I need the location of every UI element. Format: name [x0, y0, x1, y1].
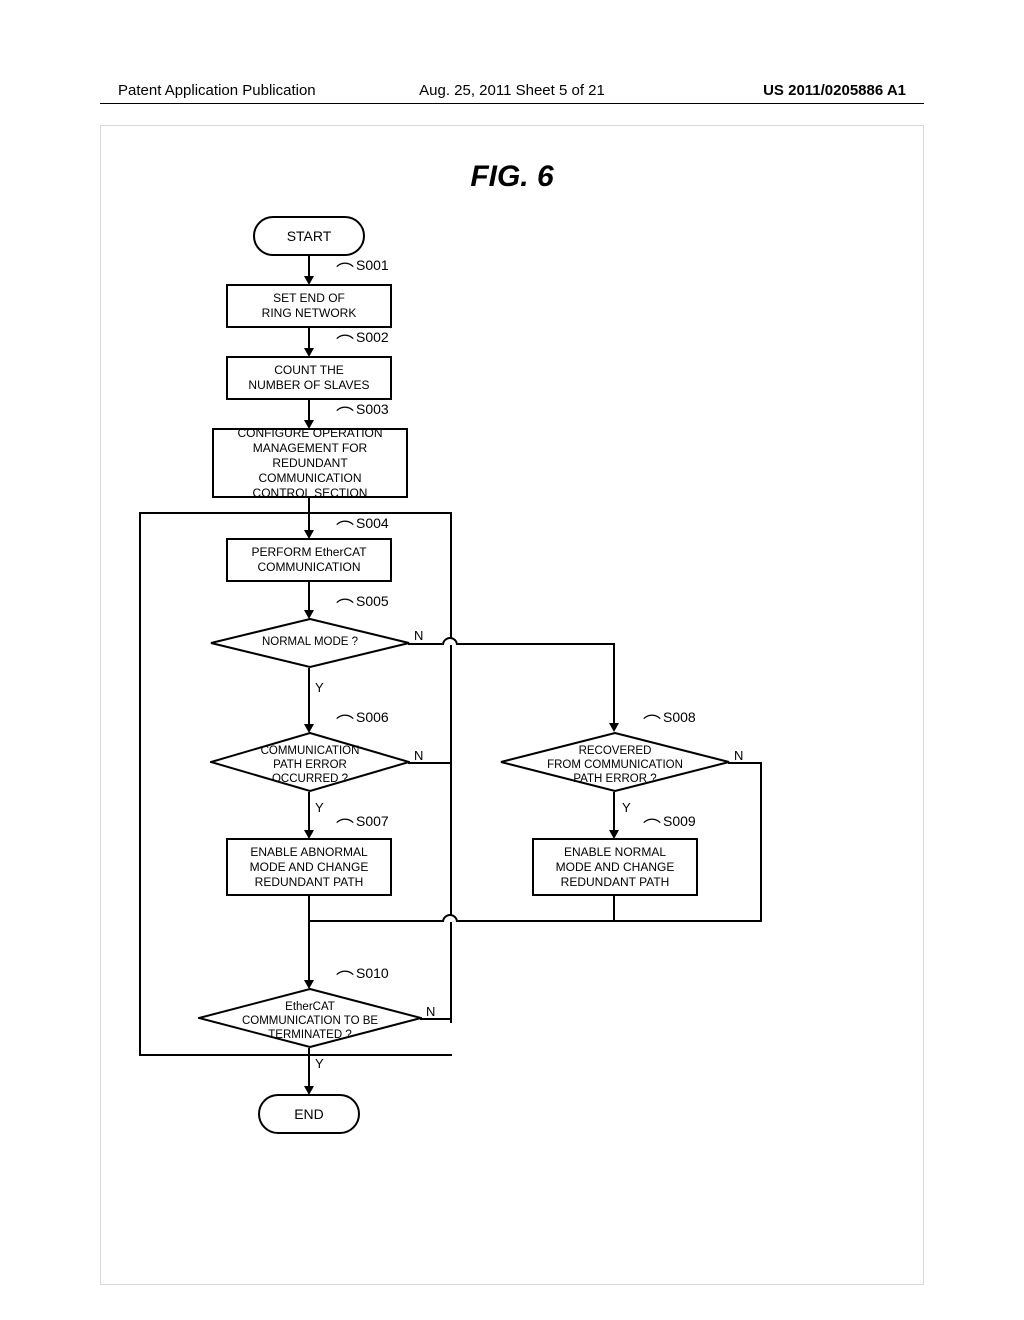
- branch-label-y: Y: [622, 800, 631, 815]
- step-label-s001: S001: [356, 257, 389, 273]
- edge-merge-s010: [308, 920, 310, 982]
- edge-s006-s007: [308, 792, 310, 832]
- step-label-s004: S004: [356, 515, 389, 531]
- edge-s004-s005: [308, 582, 310, 612]
- edge-s008n-d: [760, 762, 762, 922]
- edge-s005n-seg1: [408, 643, 442, 645]
- node-s004: PERFORM EtherCAT COMMUNICATION: [226, 538, 392, 582]
- edge-s008n-r: [728, 762, 762, 764]
- connector-tilde-icon: ⌒: [336, 258, 354, 284]
- step-label-s003: S003: [356, 401, 389, 417]
- arrowhead-icon: [609, 723, 619, 732]
- header-right: US 2011/0205886 A1: [763, 82, 906, 99]
- node-s009-label: ENABLE NORMAL MODE AND CHANGE REDUNDANT …: [556, 845, 675, 890]
- edge-s006n: [408, 762, 452, 764]
- step-label-s009: S009: [663, 813, 696, 829]
- node-s006: COMMUNICATION PATH ERROR OCCURRED ?: [210, 732, 410, 792]
- node-s003: CONFIGURE OPERATION MANAGEMENT FOR REDUN…: [212, 428, 408, 498]
- figure-title: FIG. 6: [0, 160, 1024, 194]
- branch-label-y: Y: [315, 1056, 324, 1071]
- branch-label-n: N: [414, 748, 423, 763]
- connector-tilde-icon: ⌒: [336, 594, 354, 620]
- header-rule: [100, 103, 924, 104]
- branch-label-n: N: [734, 748, 743, 763]
- step-label-s007: S007: [356, 813, 389, 829]
- connector-tilde-icon: ⌒: [336, 402, 354, 428]
- edge-right-loop: [450, 512, 452, 1023]
- edge-s005n-down: [613, 643, 615, 725]
- edge-s005-s006: [308, 668, 310, 726]
- edge-s008n-l: [614, 920, 762, 922]
- node-s003-label: CONFIGURE OPERATION MANAGEMENT FOR REDUN…: [220, 426, 400, 501]
- edge-s003-s004: [308, 498, 310, 532]
- branch-label-y: Y: [315, 800, 324, 815]
- node-s002-label: COUNT THE NUMBER OF SLAVES: [248, 363, 369, 393]
- edge-s010-end: [308, 1048, 310, 1088]
- step-label-s005: S005: [356, 593, 389, 609]
- node-s007: ENABLE ABNORMAL MODE AND CHANGE REDUNDAN…: [226, 838, 392, 896]
- edge-merge-920: [309, 920, 443, 922]
- node-s004-label: PERFORM EtherCAT COMMUNICATION: [251, 545, 366, 575]
- node-end: END: [258, 1094, 360, 1134]
- branch-label-y: Y: [315, 680, 324, 695]
- step-label-s010: S010: [356, 965, 389, 981]
- edge-s010n-right: [420, 1018, 452, 1020]
- edge-right-loop-top: [309, 512, 452, 514]
- node-s007-label: ENABLE ABNORMAL MODE AND CHANGE REDUNDAN…: [250, 845, 369, 890]
- edge-s009-left: [458, 920, 615, 922]
- connector-tilde-icon: ⌒: [336, 330, 354, 356]
- step-label-s006: S006: [356, 709, 389, 725]
- edge-s005n-seg2: [458, 643, 615, 645]
- connector-tilde-icon: ⌒: [643, 814, 661, 840]
- edge-s010n-left: [139, 512, 141, 1056]
- node-start: START: [253, 216, 365, 256]
- edge-s001-s002: [308, 328, 310, 350]
- edge-s008-s009: [613, 792, 615, 832]
- edge-start-s001: [308, 256, 310, 278]
- branch-label-n: N: [426, 1004, 435, 1019]
- edge-s010n-stub: [450, 1018, 452, 1023]
- node-s008: RECOVERED FROM COMMUNICATION PATH ERROR …: [500, 732, 730, 792]
- figure-canvas: [100, 125, 924, 1285]
- edge-s010n-bottom: [139, 1054, 452, 1056]
- edge-s002-s003: [308, 400, 310, 422]
- node-s005: NORMAL MODE ?: [210, 618, 410, 668]
- step-label-s002: S002: [356, 329, 389, 345]
- connector-tilde-icon: ⌒: [336, 814, 354, 840]
- header-center-text: Aug. 25, 2011 Sheet 5 of 21: [419, 82, 605, 99]
- step-label-s008: S008: [663, 709, 696, 725]
- edge-s010n-top: [139, 512, 309, 514]
- node-s002: COUNT THE NUMBER OF SLAVES: [226, 356, 392, 400]
- edge-s009-down: [613, 896, 615, 922]
- node-start-label: START: [287, 228, 332, 244]
- node-end-label: END: [294, 1106, 324, 1122]
- node-s010: EtherCAT COMMUNICATION TO BE TERMINATED …: [198, 988, 422, 1048]
- node-s009: ENABLE NORMAL MODE AND CHANGE REDUNDANT …: [532, 838, 698, 896]
- node-s001: SET END OF RING NETWORK: [226, 284, 392, 328]
- node-s001-label: SET END OF RING NETWORK: [262, 291, 357, 321]
- branch-label-n: N: [414, 628, 423, 643]
